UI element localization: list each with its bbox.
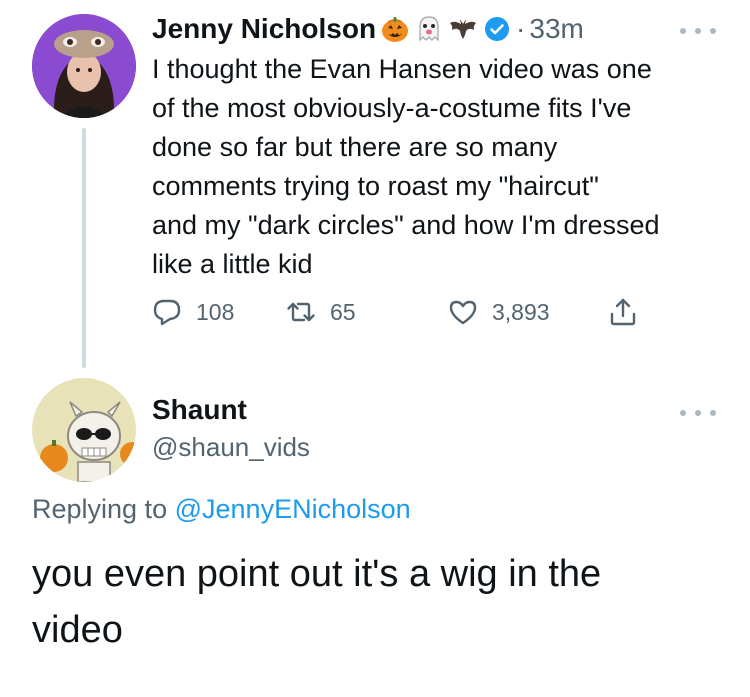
jack-o-lantern-icon — [380, 14, 410, 44]
more-options-icon[interactable] — [680, 26, 716, 36]
share-button[interactable] — [608, 296, 638, 328]
replying-to-mention-link[interactable]: @JennyENicholson — [175, 494, 411, 524]
share-icon — [608, 297, 638, 327]
author-handle[interactable]: @shaun_vids — [152, 432, 310, 463]
tweet-text-line: like a little kid — [152, 249, 313, 279]
like-button[interactable]: 3,893 — [448, 296, 550, 328]
ghost-icon — [414, 14, 444, 44]
reply-count: 108 — [196, 298, 235, 325]
heart-icon — [448, 297, 478, 327]
tweet-text-line: comments trying to roast my "haircut" — [152, 171, 599, 201]
reply-icon — [152, 297, 182, 327]
retweet-button[interactable]: 65 — [286, 296, 356, 328]
tweet-text-line: of the most obviously-a-costume fits I'v… — [152, 93, 632, 123]
author-display-name[interactable]: Shaunt — [152, 394, 247, 426]
retweet-count: 65 — [330, 298, 356, 325]
bat-icon — [448, 14, 478, 44]
verified-badge-icon — [484, 16, 510, 42]
thread-connector-line — [82, 128, 86, 368]
tweet-text-line: you even point out it's a wig in the — [32, 553, 602, 595]
avatar[interactable] — [32, 14, 136, 118]
like-count: 3,893 — [492, 298, 550, 325]
author-display-name[interactable]: Jenny Nicholson — [152, 13, 376, 45]
tweet-text: you even point out it's a wig in the vid… — [32, 546, 732, 658]
more-options-icon[interactable] — [680, 408, 716, 418]
tweet-actions: 108 65 3,893 — [152, 296, 642, 328]
tweet-text-line: video — [32, 609, 123, 651]
tweet-timestamp[interactable]: 33m — [529, 13, 583, 45]
tweet-text: I thought the Evan Hansen video was one … — [152, 50, 732, 284]
reply-button[interactable]: 108 — [152, 296, 234, 328]
avatar[interactable] — [32, 378, 136, 482]
tweet-text-line: done so far but there are so many — [152, 132, 558, 162]
retweet-icon — [286, 297, 316, 327]
tweet-text-line: and my "dark circles" and how I'm dresse… — [152, 210, 660, 240]
separator-dot: · — [516, 13, 526, 44]
replying-to-line: Replying to @JennyENicholson — [32, 494, 411, 525]
tweet-header: Jenny Nicholson · 33m — [152, 10, 584, 48]
replying-to-label: Replying to — [32, 494, 168, 524]
tweet-text-line: I thought the Evan Hansen video was one — [152, 54, 652, 84]
